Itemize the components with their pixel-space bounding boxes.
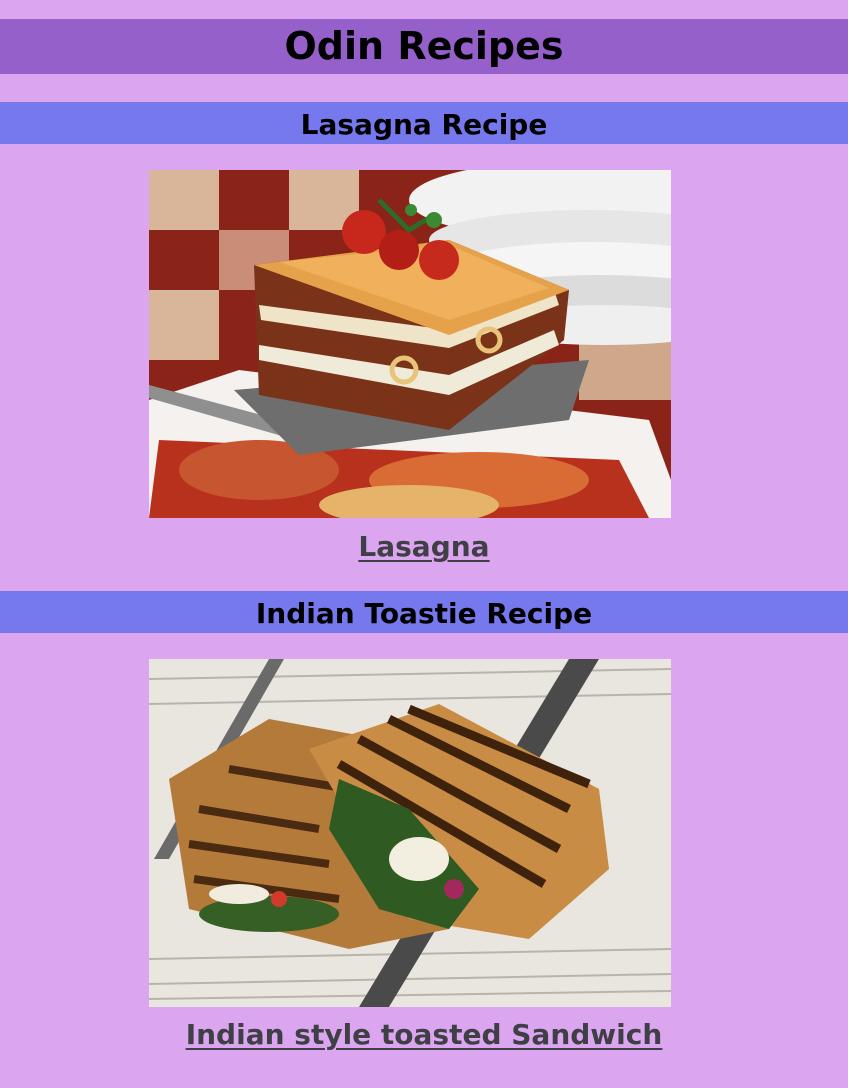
lasagna-photo — [149, 170, 671, 518]
toastie-recipe-link-row: Indian style toasted Sandwich — [0, 1015, 848, 1055]
toastie-recipe-link[interactable]: Indian style toasted Sandwich — [186, 1018, 663, 1051]
lasagna-recipe-link[interactable]: Lasagna — [358, 530, 489, 563]
lasagna-recipe-heading: Lasagna Recipe — [0, 102, 848, 144]
toastie-photo — [149, 659, 671, 1007]
lasagna-recipe-link-row: Lasagna — [0, 527, 848, 567]
page-title: Odin Recipes — [0, 19, 848, 74]
toastie-recipe-heading: Indian Toastie Recipe — [0, 591, 848, 633]
